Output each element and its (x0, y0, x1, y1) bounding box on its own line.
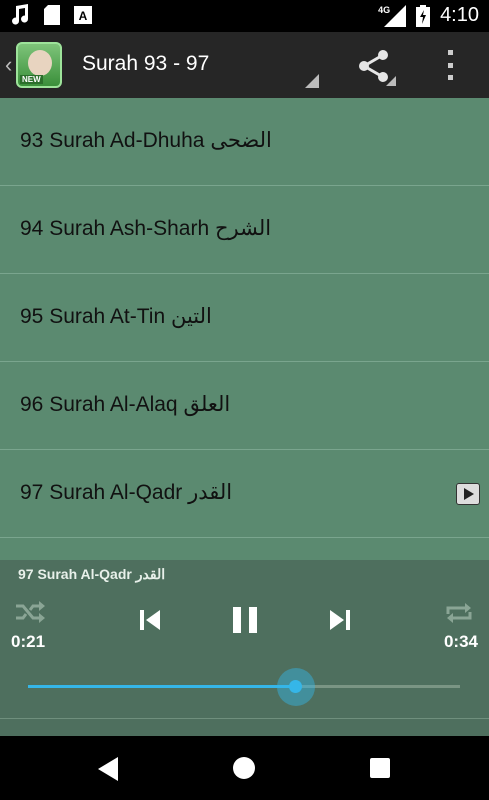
reciter-portrait (28, 50, 52, 76)
player-divider (0, 718, 489, 719)
next-icon[interactable] (328, 608, 352, 632)
page-title[interactable]: Surah 93 - 97 (82, 52, 209, 76)
back-chevron-icon[interactable]: ‹ (5, 52, 12, 78)
share-dropdown-indicator (386, 76, 396, 86)
pause-icon[interactable] (232, 606, 258, 634)
list-item-label: 95 Surah At-Tin التين (20, 305, 212, 328)
list-item[interactable]: 93 Surah Ad-Dhuha الضحى (0, 98, 489, 186)
overflow-menu-icon[interactable] (444, 50, 456, 80)
battery-charging-icon (416, 4, 431, 27)
font-a-icon: A (74, 6, 92, 24)
audio-player: 97 Surah Al-Qadr القدر 0:21 0:34 (0, 560, 489, 736)
list-item[interactable]: 95 Surah At-Tin التين (0, 274, 489, 362)
now-playing-title: 97 Surah Al-Qadr القدر (18, 566, 166, 582)
list-item-label: 97 Surah Al-Qadr القدر (20, 481, 233, 504)
navigation-bar (0, 736, 489, 800)
list-item[interactable]: 96 Surah Al-Alaq العلق (0, 362, 489, 450)
svg-text:A: A (79, 9, 88, 23)
now-playing-icon (456, 483, 480, 505)
total-duration: 0:34 (443, 632, 478, 651)
sd-card-icon (44, 5, 60, 25)
list-item-label: 94 Surah Ash-Sharh الشرح (20, 217, 272, 240)
title-dropdown-indicator[interactable] (305, 74, 319, 88)
list-item[interactable]: 97 Surah Al-Qadr القدر (0, 450, 489, 538)
status-bar: A 4G 4:10 (0, 0, 489, 32)
surah-list: 93 Surah Ad-Dhuha الضحى 94 Surah Ash-Sha… (0, 98, 489, 538)
new-badge: NEW (20, 75, 43, 84)
list-item-label: 96 Surah Al-Alaq العلق (20, 393, 231, 416)
repeat-icon[interactable] (444, 600, 474, 626)
previous-icon[interactable] (138, 608, 162, 632)
nav-back-icon[interactable] (96, 756, 120, 782)
nav-recents-icon[interactable] (370, 758, 390, 778)
clock: 4:10 (440, 4, 479, 26)
list-item-label: 93 Surah Ad-Dhuha الضحى (20, 129, 272, 152)
network-indicator: 4G (378, 4, 407, 27)
nav-home-icon[interactable] (232, 756, 256, 780)
shuffle-icon[interactable] (14, 600, 46, 624)
app-logo[interactable]: NEW (16, 42, 62, 88)
music-note-icon (12, 4, 29, 25)
seek-bar-progress (28, 685, 296, 688)
elapsed-time: 0:21 (11, 632, 46, 651)
list-item[interactable]: 94 Surah Ash-Sharh الشرح (0, 186, 489, 274)
app-bar: ‹ NEW Surah 93 - 97 (0, 32, 489, 98)
